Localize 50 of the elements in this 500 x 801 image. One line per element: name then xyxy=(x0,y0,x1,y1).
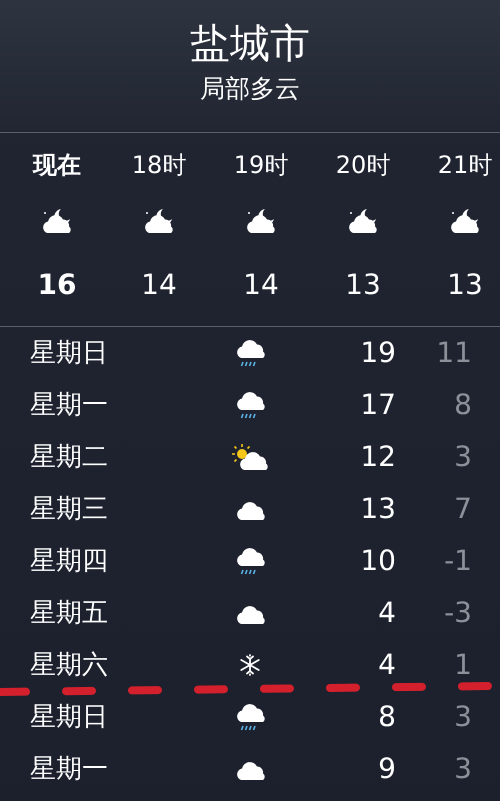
day-name: 星期三 xyxy=(29,493,109,525)
weather-condition: 局部多云 xyxy=(200,73,300,105)
high-temperature: 10 xyxy=(359,544,396,578)
high-temperature: 4 xyxy=(377,596,396,630)
day-name: 星期二 xyxy=(29,441,109,473)
hour-label: 18时 xyxy=(132,150,186,180)
rain-cloud-icon xyxy=(235,546,265,576)
hour-label: 19时 xyxy=(234,150,288,180)
sun-cloud-icon xyxy=(232,443,268,471)
moon-cloud-icon xyxy=(347,207,379,235)
day-name: 星期四 xyxy=(29,545,109,577)
day-name: 星期日 xyxy=(29,337,109,369)
low-temperature: 1 xyxy=(453,648,472,682)
low-temperature: 3 xyxy=(453,440,472,474)
hour-temperature: 16 xyxy=(38,268,76,302)
high-temperature: 8 xyxy=(377,700,396,734)
low-temperature: -3 xyxy=(443,596,472,630)
day-name: 星期日 xyxy=(29,701,109,733)
hour-temperature: 13 xyxy=(345,268,381,302)
snowflake-icon xyxy=(238,653,262,677)
moon-cloud-icon xyxy=(245,207,277,235)
day-name: 星期一 xyxy=(29,389,109,421)
high-temperature: 13 xyxy=(359,492,396,526)
moon-cloud-icon xyxy=(41,207,73,235)
rain-cloud-icon xyxy=(235,338,265,368)
high-temperature: 4 xyxy=(377,648,396,682)
low-temperature: 7 xyxy=(453,492,472,526)
day-name: 星期六 xyxy=(29,649,109,681)
hour-label: 21时 xyxy=(438,150,492,180)
high-temperature: 9 xyxy=(377,752,396,786)
hour-label: 20时 xyxy=(336,150,390,180)
low-temperature: -1 xyxy=(443,544,472,578)
low-temperature: 3 xyxy=(453,700,472,734)
low-temperature: 8 xyxy=(453,388,472,422)
hour-temperature: 14 xyxy=(141,268,177,302)
low-temperature: 11 xyxy=(435,336,472,370)
high-temperature: 12 xyxy=(359,440,396,474)
hour-label: 现在 xyxy=(33,150,81,180)
day-name: 星期一 xyxy=(29,753,109,785)
city-name: 盐城市 xyxy=(190,20,310,69)
hour-temperature: 13 xyxy=(447,268,483,302)
day-name: 星期五 xyxy=(29,597,109,629)
high-temperature: 17 xyxy=(359,388,396,422)
moon-cloud-icon xyxy=(143,207,175,235)
moon-cloud-icon xyxy=(449,207,481,235)
rain-cloud-icon xyxy=(235,390,265,420)
rain-cloud-icon xyxy=(235,702,265,732)
high-temperature: 19 xyxy=(359,336,396,370)
hour-temperature: 14 xyxy=(243,268,279,302)
low-temperature: 3 xyxy=(453,752,472,786)
